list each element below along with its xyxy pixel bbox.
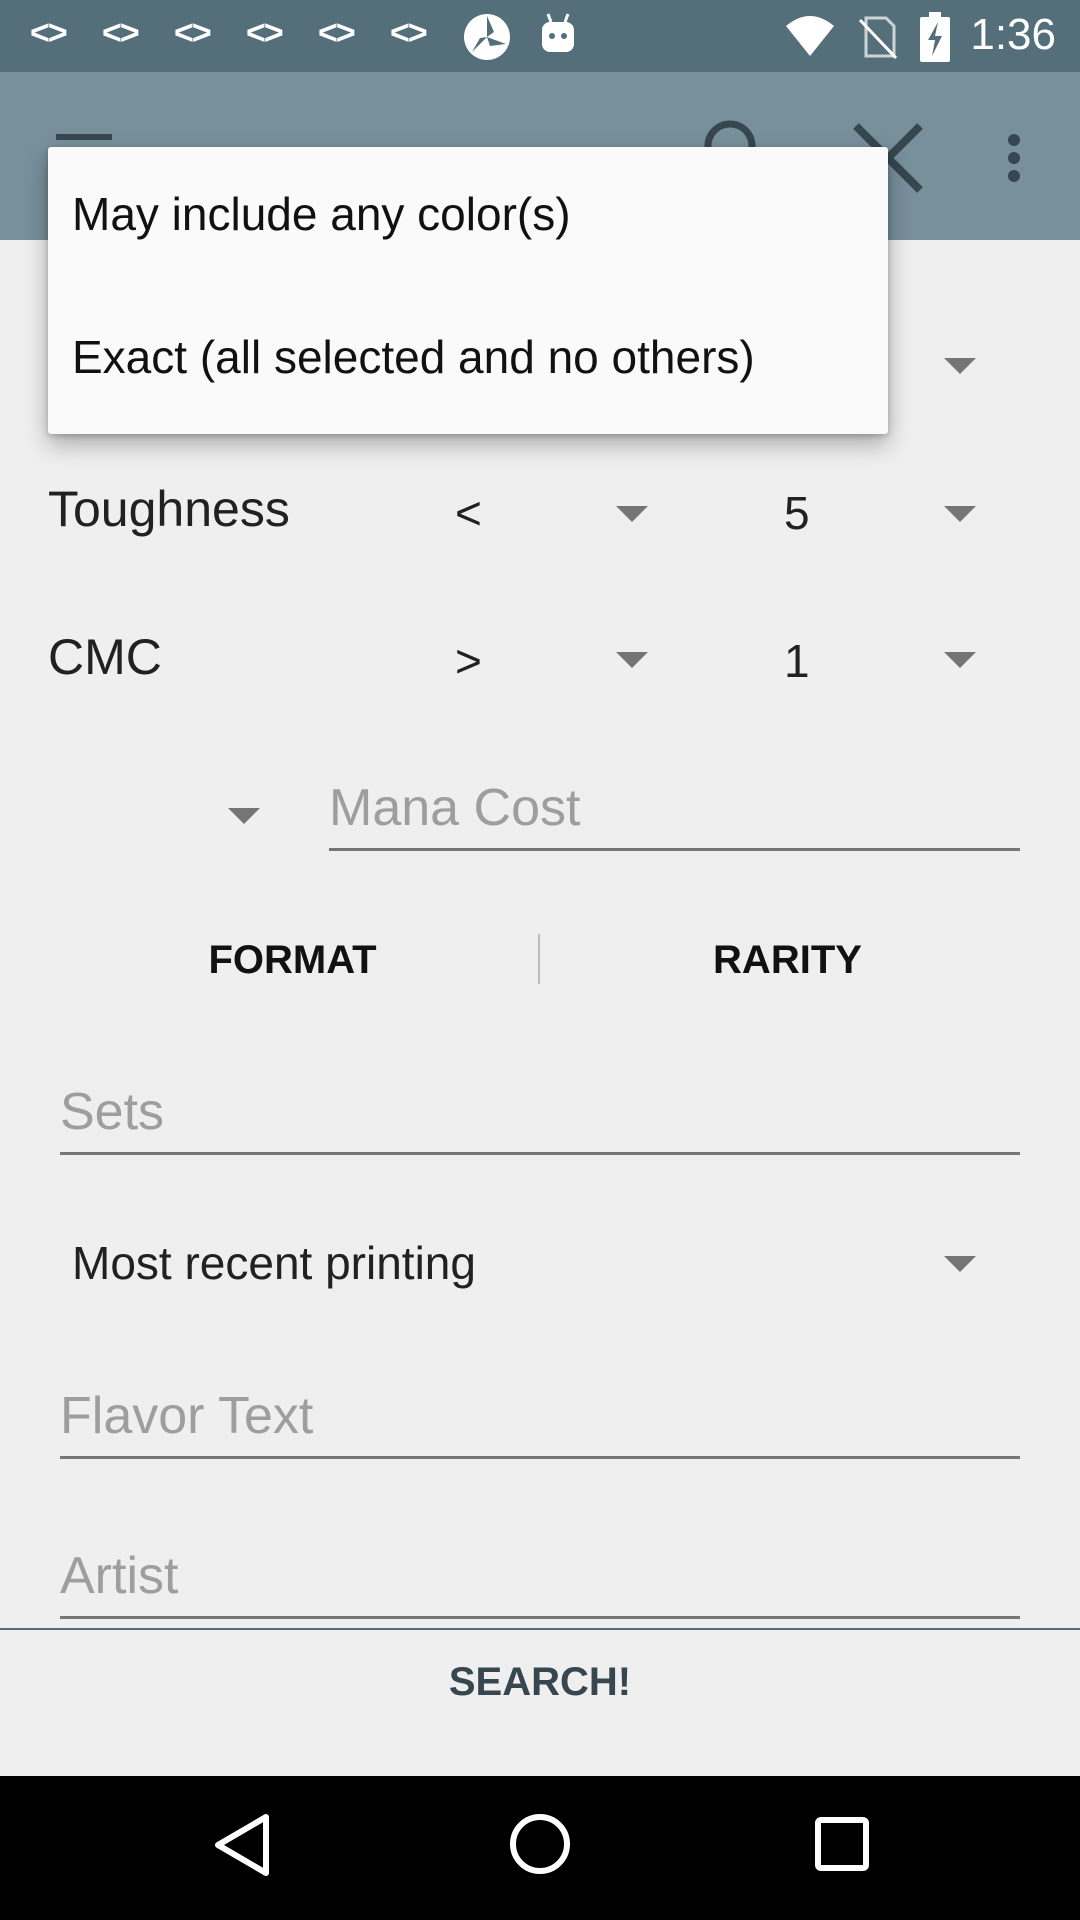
android-icon: [542, 13, 574, 52]
back-icon[interactable]: [212, 1812, 272, 1878]
sets-input[interactable]: Sets: [60, 1082, 164, 1142]
cmc-value-dropdown-icon[interactable]: [944, 652, 976, 668]
code-icon: <>: [390, 14, 428, 52]
sets-underline: [60, 1152, 1020, 1155]
home-icon[interactable]: [508, 1812, 572, 1876]
tab-divider: [538, 934, 540, 984]
status-bar: <> <> <> <> <> <> 1:36: [0, 0, 1080, 72]
battery-charging-icon: [920, 12, 950, 62]
toughness-label: Toughness: [48, 481, 290, 537]
artist-input[interactable]: Artist: [60, 1546, 178, 1606]
toughness-comparator[interactable]: <: [455, 486, 482, 540]
toughness-value[interactable]: 5: [784, 486, 810, 540]
navigation-bar: [0, 1776, 1080, 1920]
toughness-comparator-dropdown-icon[interactable]: [616, 506, 648, 522]
status-time: 1:36: [970, 10, 1056, 59]
color-match-popup-menu: May include any color(s) Exact (all sele…: [48, 147, 888, 434]
mana-cost-input[interactable]: Mana Cost: [329, 778, 580, 838]
pinwheel-icon: [464, 14, 510, 60]
hamburger-menu-icon[interactable]: [56, 134, 112, 140]
format-button[interactable]: FORMAT: [60, 938, 525, 983]
code-icon: <>: [174, 14, 212, 52]
printing-dropdown-icon[interactable]: [944, 1256, 976, 1272]
code-icon: <>: [30, 14, 68, 52]
flavor-text-underline: [60, 1456, 1020, 1459]
printing-dropdown[interactable]: Most recent printing: [72, 1236, 476, 1290]
code-icon: <>: [318, 14, 356, 52]
mana-cost-underline: [329, 848, 1020, 851]
recents-icon[interactable]: [814, 1816, 870, 1872]
dropdown-arrow-icon[interactable]: [944, 358, 976, 374]
cmc-value[interactable]: 1: [784, 634, 810, 688]
code-icon: <>: [246, 14, 284, 52]
artist-underline: [60, 1616, 1020, 1619]
flavor-text-input[interactable]: Flavor Text: [60, 1386, 313, 1446]
menu-item-exact[interactable]: Exact (all selected and no others): [72, 330, 755, 384]
code-icon: <>: [102, 14, 140, 52]
cmc-comparator-dropdown-icon[interactable]: [616, 652, 648, 668]
rarity-button[interactable]: RARITY: [555, 938, 1020, 983]
wifi-icon: [786, 16, 834, 56]
cmc-comparator[interactable]: >: [455, 634, 482, 688]
cmc-label: CMC: [48, 629, 162, 685]
search-button[interactable]: SEARCH!: [0, 1660, 1080, 1705]
more-vert-icon[interactable]: [1000, 130, 1028, 190]
menu-item-may-include[interactable]: May include any color(s): [72, 187, 571, 241]
mana-cost-dropdown-icon[interactable]: [228, 808, 260, 824]
toughness-value-dropdown-icon[interactable]: [944, 506, 976, 522]
no-sim-icon: [858, 16, 898, 60]
